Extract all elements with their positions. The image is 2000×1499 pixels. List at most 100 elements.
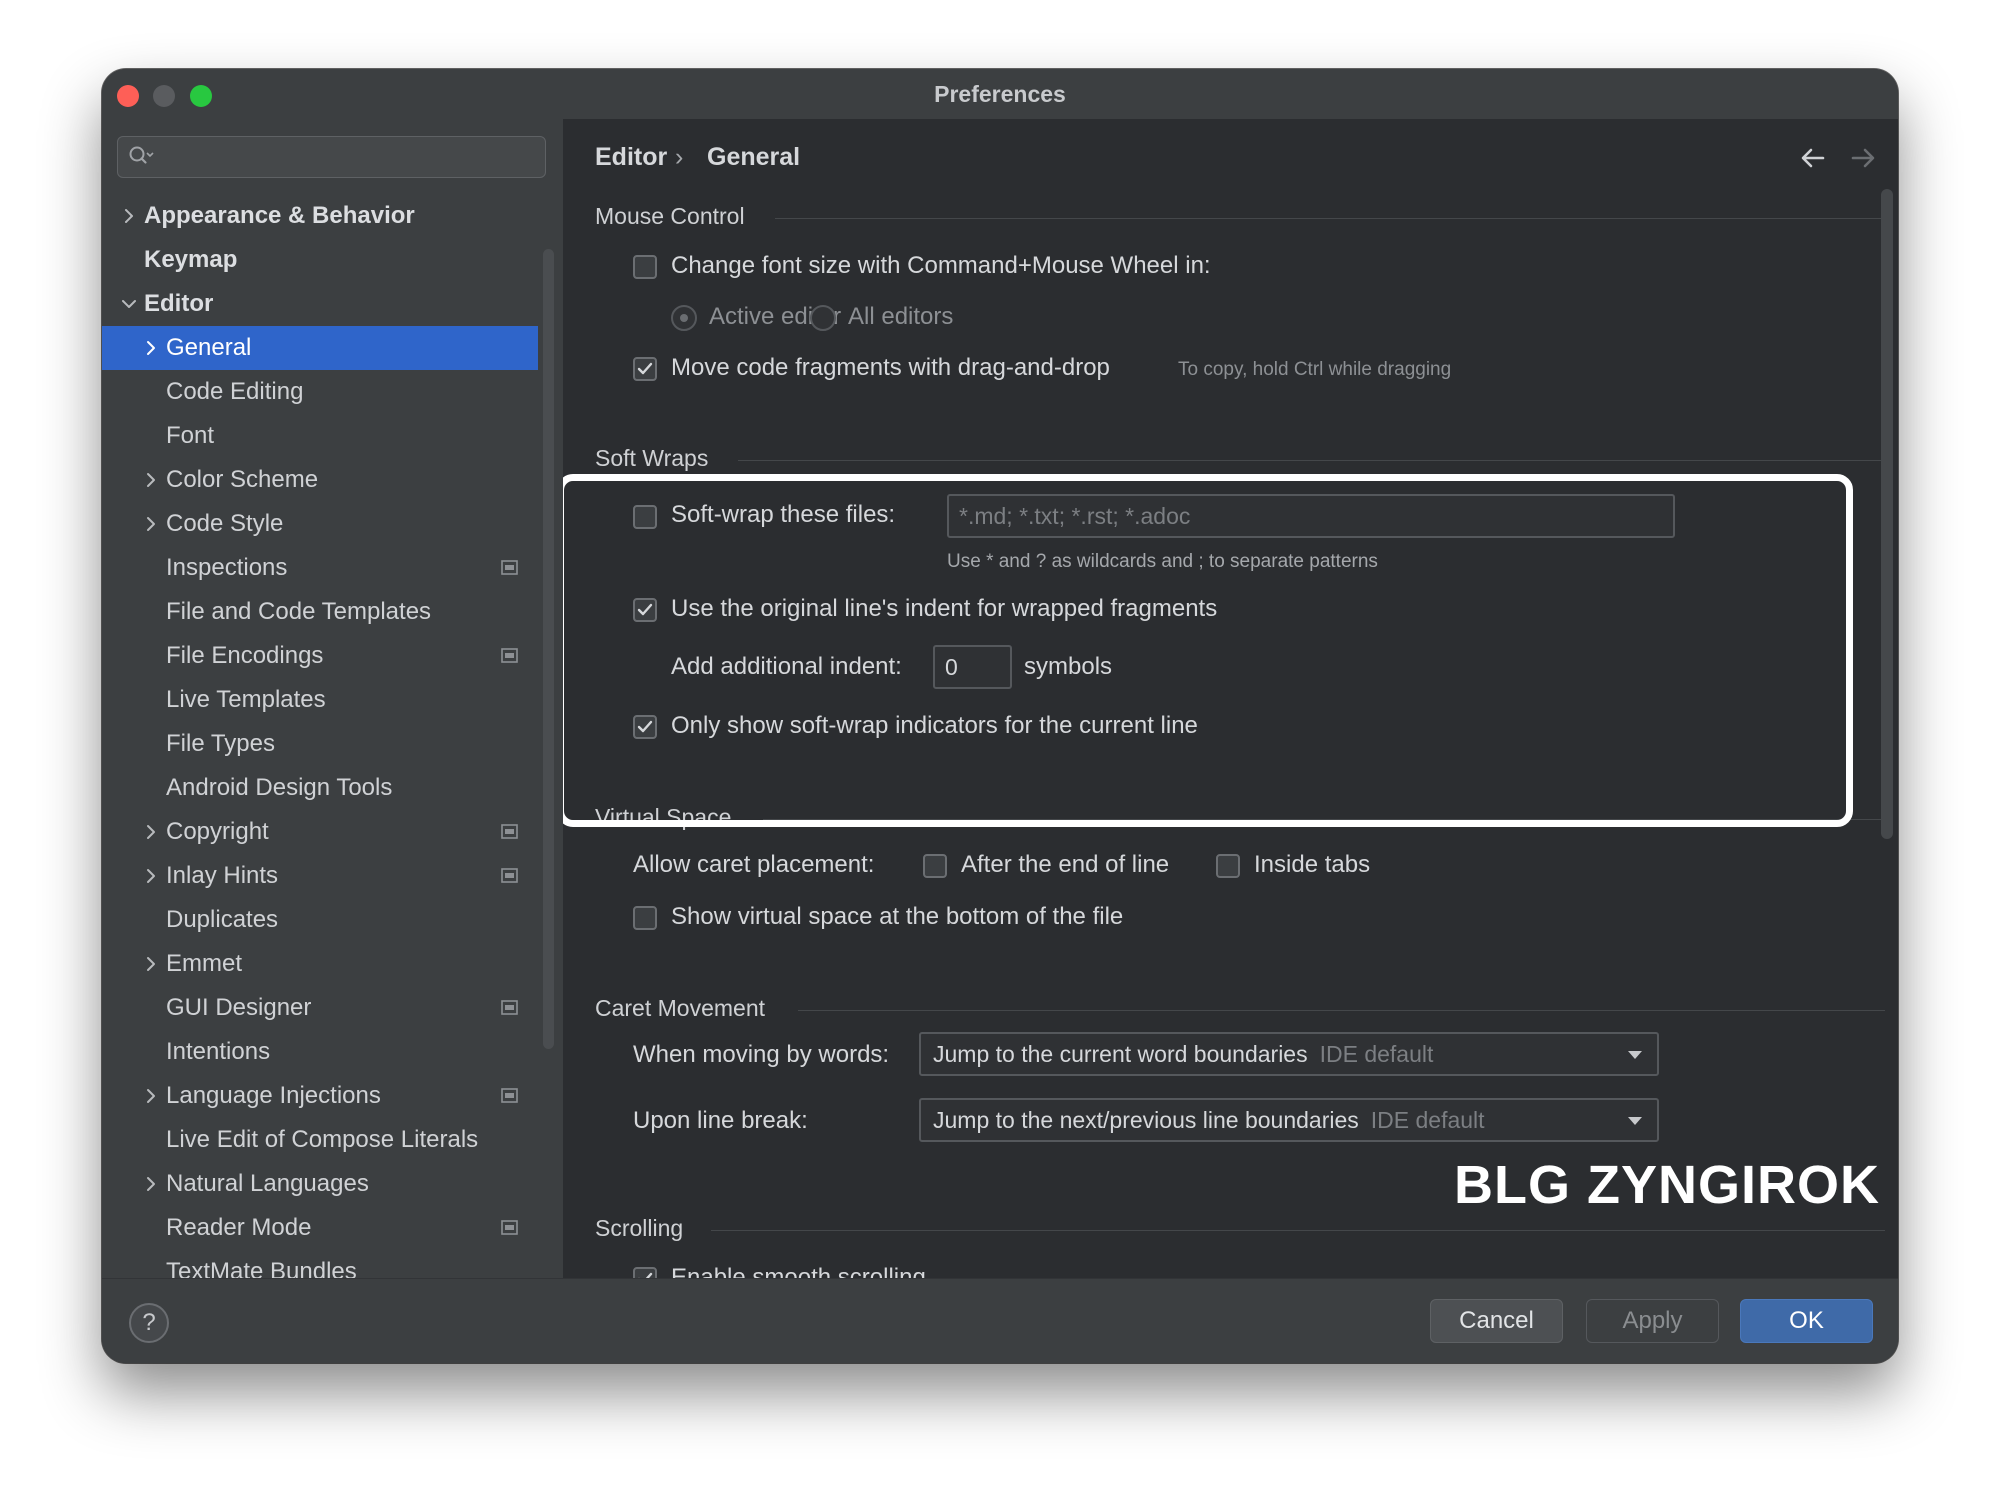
all-editors-radio[interactable] — [810, 305, 836, 331]
sidebar-item-inlay-hints[interactable]: Inlay Hints — [102, 854, 538, 898]
sidebar-item-label: Copyright — [166, 818, 269, 845]
breadcrumb-current: General — [707, 143, 801, 171]
sidebar-item-label: Code Style — [166, 510, 284, 537]
sidebar-item-gui-designer[interactable]: GUI Designer — [102, 986, 538, 1030]
show-virtual-space-label: Show virtual space at the bottom of the … — [671, 903, 1124, 930]
chevron-right-icon[interactable] — [142, 471, 160, 489]
sidebar-item-general[interactable]: General — [102, 326, 538, 370]
settings-tree: Appearance & Behavior Keymap Editor General… — [102, 194, 563, 1294]
chevron-down-icon[interactable] — [120, 295, 138, 313]
sidebar-item-natural-languages[interactable]: Natural Languages — [102, 1162, 538, 1206]
project-settings-icon — [501, 648, 518, 663]
chevron-right-icon[interactable] — [142, 339, 160, 357]
sidebar-item-keymap[interactable]: Keymap — [102, 238, 538, 282]
sidebar-item-android-design-tools[interactable]: Android Design Tools — [102, 766, 538, 810]
moving-by-words-default: IDE default — [1319, 1041, 1434, 1067]
settings-sidebar: Appearance & Behavior Keymap Editor General… — [102, 119, 564, 1285]
section-title-soft-wraps: Soft Wraps — [595, 445, 709, 471]
sidebar-item-label: File Types — [166, 730, 275, 757]
chevron-right-icon[interactable] — [142, 867, 160, 885]
chevron-right-icon[interactable] — [142, 515, 160, 533]
apply-button[interactable]: Apply — [1586, 1299, 1719, 1343]
sidebar-item-label: Live Templates — [166, 686, 326, 713]
move-fragments-checkbox[interactable] — [633, 357, 657, 381]
sidebar-item-label: GUI Designer — [166, 994, 312, 1021]
sidebar-item-file-types[interactable]: File Types — [102, 722, 538, 766]
after-end-of-line-checkbox[interactable] — [923, 854, 947, 878]
sidebar-item-copyright[interactable]: Copyright — [102, 810, 538, 854]
preferences-window: Preferences Appearance & Behavior Keymap E… — [102, 69, 1898, 1363]
sidebar-item-duplicates[interactable]: Duplicates — [102, 898, 538, 942]
active-editor-radio[interactable] — [671, 305, 697, 331]
smooth-scrolling-checkbox[interactable] — [633, 1267, 657, 1278]
soft-wraps-highlight-frame — [563, 474, 1853, 827]
sidebar-item-code-editing[interactable]: Code Editing — [102, 370, 538, 414]
show-virtual-space-checkbox[interactable] — [633, 906, 657, 930]
sidebar-item-label: Reader Mode — [166, 1214, 312, 1241]
sidebar-item-label: Font — [166, 422, 215, 449]
sidebar-item-label: Color Scheme — [166, 466, 319, 493]
section-divider — [775, 218, 1885, 219]
settings-search-input[interactable] — [117, 136, 546, 178]
settings-content: Editor › General Mouse Control Change fo… — [563, 119, 1898, 1278]
sidebar-item-label: File and Code Templates — [166, 598, 432, 625]
move-fragments-label: Move code fragments with drag-and-drop — [671, 354, 1110, 381]
move-fragments-hint: To copy, hold Ctrl while dragging — [1178, 359, 1452, 380]
line-break-dropdown[interactable]: Jump to the next/previous line boundarie… — [919, 1098, 1659, 1142]
sidebar-item-label: Keymap — [144, 246, 238, 273]
sidebar-item-font[interactable]: Font — [102, 414, 538, 458]
sidebar-item-label: Language Injections — [166, 1082, 381, 1109]
sidebar-item-code-style[interactable]: Code Style — [102, 502, 538, 546]
content-scrollbar[interactable] — [1881, 189, 1893, 839]
sidebar-item-inspections[interactable]: Inspections — [102, 546, 538, 590]
chevron-right-icon[interactable] — [142, 1175, 160, 1193]
project-settings-icon — [501, 824, 518, 839]
sidebar-item-label: File Encodings — [166, 642, 324, 669]
sidebar-item-emmet[interactable]: Emmet — [102, 942, 538, 986]
sidebar-item-intentions[interactable]: Intentions — [102, 1030, 538, 1074]
chevron-right-icon[interactable] — [142, 823, 160, 841]
inside-tabs-label: Inside tabs — [1254, 851, 1371, 878]
help-button[interactable]: ? — [129, 1303, 169, 1343]
sidebar-item-label: Inlay Hints — [166, 862, 279, 889]
section-title-caret-movement: Caret Movement — [595, 995, 766, 1021]
sidebar-item-label: Natural Languages — [166, 1170, 369, 1197]
sidebar-item-live-templates[interactable]: Live Templates — [102, 678, 538, 722]
line-break-label: Upon line break: — [633, 1107, 808, 1134]
inside-tabs-checkbox[interactable] — [1216, 854, 1240, 878]
cancel-button[interactable]: Cancel — [1430, 1299, 1563, 1343]
section-divider — [798, 1010, 1885, 1011]
sidebar-item-color-scheme[interactable]: Color Scheme — [102, 458, 538, 502]
sidebar-item-appearance-behavior[interactable]: Appearance & Behavior — [102, 194, 538, 238]
project-settings-icon — [501, 560, 518, 575]
breadcrumb-separator: › — [675, 143, 684, 171]
radio-dot — [680, 314, 688, 322]
sidebar-item-file-encodings[interactable]: File Encodings — [102, 634, 538, 678]
sidebar-item-live-edit-of-compose-literals[interactable]: Live Edit of Compose Literals — [102, 1118, 538, 1162]
sidebar-item-label: Android Design Tools — [166, 774, 393, 801]
checkmark-icon — [638, 1272, 653, 1278]
change-font-size-checkbox[interactable] — [633, 255, 657, 279]
sidebar-item-language-injections[interactable]: Language Injections — [102, 1074, 538, 1118]
checkmark-icon — [637, 362, 653, 375]
sidebar-item-label: Editor — [144, 290, 214, 317]
chevron-right-icon[interactable] — [142, 955, 160, 973]
watermark: BLG ZYNGIROK — [1454, 1155, 1880, 1215]
sidebar-item-label: Emmet — [166, 950, 243, 977]
sidebar-item-editor[interactable]: Editor — [102, 282, 538, 326]
back-arrow-icon[interactable] — [1799, 145, 1827, 171]
sidebar-item-file-and-code-templates[interactable]: File and Code Templates — [102, 590, 538, 634]
sidebar-item-label: Code Editing — [166, 378, 304, 405]
sidebar-item-reader-mode[interactable]: Reader Mode — [102, 1206, 538, 1250]
caret-placement-label: Allow caret placement: — [633, 851, 875, 878]
all-editors-label: All editors — [848, 303, 954, 330]
section-title-scrolling: Scrolling — [595, 1215, 684, 1241]
chevron-right-icon[interactable] — [120, 207, 138, 225]
chevron-right-icon[interactable] — [142, 1087, 160, 1105]
moving-by-words-dropdown[interactable]: Jump to the current word boundaries IDE d… — [919, 1032, 1659, 1076]
forward-arrow-icon[interactable] — [1849, 145, 1877, 171]
breadcrumb-parent[interactable]: Editor — [595, 143, 667, 172]
sidebar-scrollbar[interactable] — [543, 249, 554, 1049]
line-break-default: IDE default — [1370, 1107, 1485, 1133]
ok-button[interactable]: OK — [1740, 1299, 1873, 1343]
